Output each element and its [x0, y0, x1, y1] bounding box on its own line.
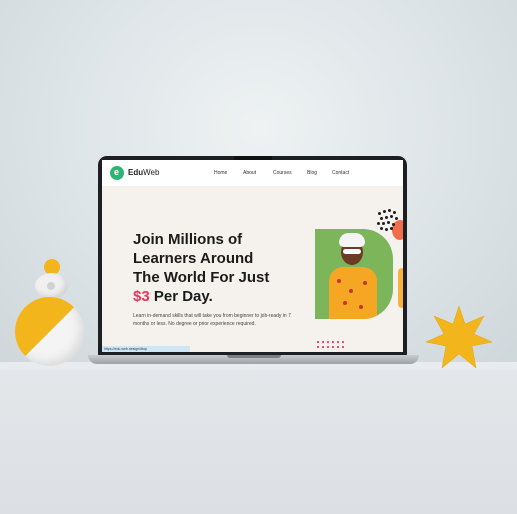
- pink-dot-pattern: [315, 340, 355, 350]
- site-logo-text[interactable]: EduWeb: [128, 168, 159, 177]
- hero-photo: [315, 229, 393, 319]
- person-outfit: [329, 267, 377, 319]
- site-navbar: e EduWeb Home About Courses Blog Contact: [102, 160, 403, 186]
- website-viewport[interactable]: e EduWeb Home About Courses Blog Contact…: [102, 160, 403, 352]
- nav-link-home[interactable]: Home: [214, 170, 227, 176]
- laptop-screen-bezel: e EduWeb Home About Courses Blog Contact…: [98, 156, 407, 356]
- browser-status-url: https://edu-web.design/#top: [102, 346, 190, 352]
- nav-link-contact[interactable]: Contact: [332, 170, 349, 176]
- star-decoration-icon: [426, 306, 492, 368]
- eduweb-logo-icon[interactable]: e: [110, 166, 124, 180]
- nav-link-about[interactable]: About: [243, 170, 256, 176]
- nav-link-blog[interactable]: Blog: [307, 170, 317, 176]
- white-ring-decoration: [35, 273, 68, 299]
- hero-headline: Join Millions of Learners Around The Wor…: [133, 230, 303, 306]
- sunglasses-icon: [343, 249, 361, 254]
- half-yellow-disc-decoration: [15, 297, 84, 366]
- price-highlight: $3: [133, 288, 150, 305]
- laptop-base-groove: [227, 355, 281, 358]
- orange-blob-decoration: [398, 268, 403, 308]
- dot-pattern-decoration: [376, 208, 403, 238]
- headline-line-2: Learners Around: [133, 250, 254, 267]
- headline-line-3: The World For Just: [133, 269, 270, 286]
- person-headwrap: [339, 233, 365, 247]
- shelf-surface: [0, 370, 517, 514]
- nav-link-courses[interactable]: Courses: [273, 170, 292, 176]
- headline-line-4: $3 Per Day.: [133, 288, 213, 305]
- hero-subtext: Learn in-demand skills that will take yo…: [133, 313, 291, 327]
- headline-line-1: Join Millions of: [133, 231, 243, 248]
